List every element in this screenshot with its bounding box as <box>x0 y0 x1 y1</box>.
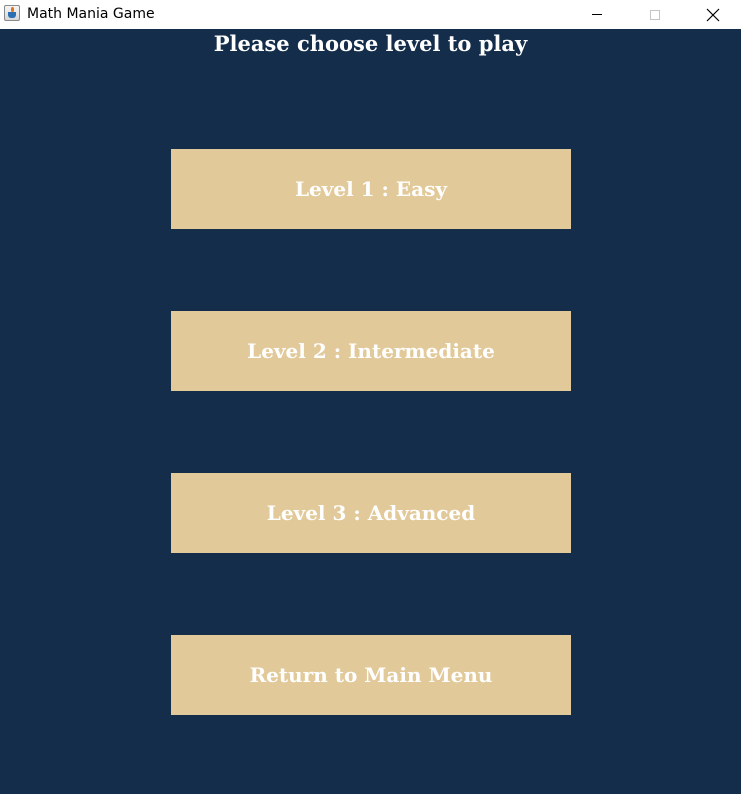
level-1-easy-label: Level 1 : Easy <box>294 177 447 201</box>
return-to-main-menu-button[interactable]: Return to Main Menu <box>171 635 571 715</box>
maximize-button[interactable] <box>632 0 678 29</box>
level-1-easy-button[interactable]: Level 1 : Easy <box>171 149 571 229</box>
return-to-main-menu-label: Return to Main Menu <box>249 663 493 687</box>
close-icon <box>706 8 720 21</box>
minimize-button[interactable] <box>574 0 620 29</box>
window-title: Math Mania Game <box>27 6 155 22</box>
close-button[interactable] <box>690 0 736 29</box>
page-title: Please choose level to play <box>213 31 528 56</box>
minimize-icon <box>592 14 602 15</box>
level-2-intermediate-button[interactable]: Level 2 : Intermediate <box>171 311 571 391</box>
level-2-intermediate-label: Level 2 : Intermediate <box>247 339 495 363</box>
level-3-advanced-label: Level 3 : Advanced <box>266 501 476 525</box>
level-3-advanced-button[interactable]: Level 3 : Advanced <box>171 473 571 553</box>
java-cup-icon <box>4 5 20 21</box>
main-panel: Please choose level to play Level 1 : Ea… <box>0 29 741 794</box>
title-bar: Math Mania Game <box>0 0 741 29</box>
maximize-icon <box>650 9 660 20</box>
